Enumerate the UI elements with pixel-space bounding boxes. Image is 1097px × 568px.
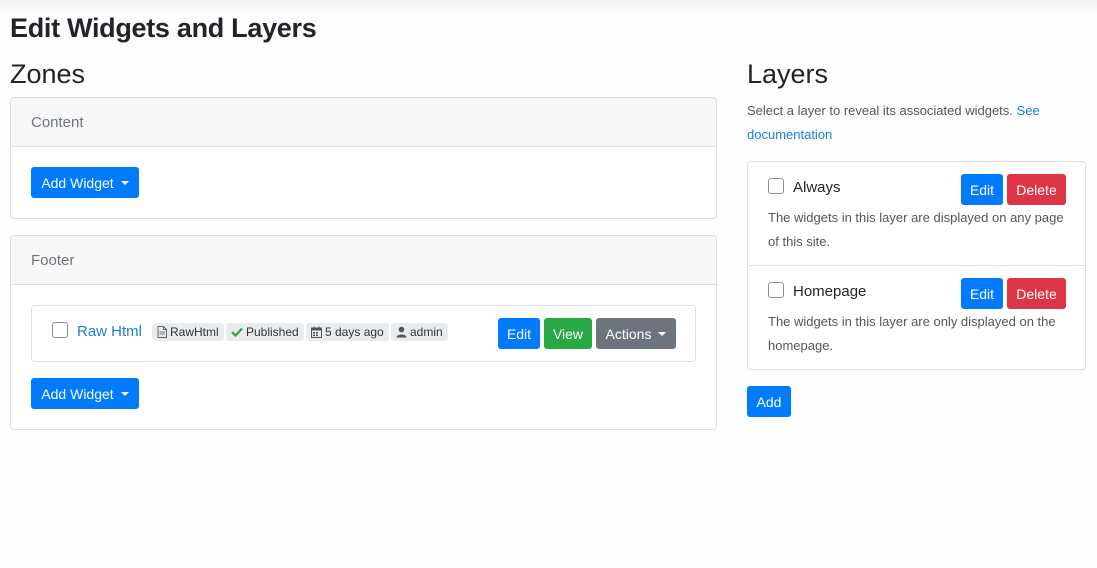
layer-always-edit-button[interactable]: Edit bbox=[961, 174, 1003, 205]
content-zone-card: Content Add Widget bbox=[10, 97, 717, 219]
add-widget-label: Add Widget bbox=[41, 174, 114, 191]
caret-down-icon bbox=[658, 331, 667, 336]
type-badge-label: RawHtml bbox=[170, 325, 219, 339]
type-badge: RawHtml bbox=[152, 323, 224, 341]
status-badge-label: Published bbox=[246, 325, 299, 339]
add-widget-label: Add Widget bbox=[41, 385, 114, 402]
author-badge: admin bbox=[391, 323, 448, 341]
add-widget-button-footer[interactable]: Add Widget bbox=[31, 378, 139, 409]
status-badge: Published bbox=[226, 323, 304, 341]
layer-homepage-edit-button[interactable]: Edit bbox=[961, 278, 1003, 309]
widget-row: Raw Html RawHtml Published 5 days ago ad… bbox=[31, 305, 696, 362]
top-shadow-bar bbox=[0, 0, 1097, 14]
date-badge: 5 days ago bbox=[306, 323, 389, 341]
widget-title-link[interactable]: Raw Html bbox=[77, 323, 142, 340]
layers-list: Always Edit Delete The widgets in this l… bbox=[747, 161, 1086, 370]
actions-label: Actions bbox=[605, 325, 652, 342]
author-badge-label: admin bbox=[410, 325, 443, 339]
add-widget-button-content[interactable]: Add Widget bbox=[31, 167, 139, 198]
widget-actions-button[interactable]: Actions bbox=[596, 318, 676, 349]
zones-heading: Zones bbox=[10, 59, 86, 89]
page-title: Edit Widgets and Layers bbox=[10, 13, 317, 43]
user-icon bbox=[396, 326, 407, 338]
layer-item-always: Always Edit Delete The widgets in this l… bbox=[748, 162, 1085, 266]
caret-down-icon bbox=[120, 180, 129, 185]
calendar-icon bbox=[311, 326, 322, 338]
layer-name: Homepage bbox=[793, 283, 867, 300]
layer-always-delete-button[interactable]: Delete bbox=[1007, 174, 1066, 205]
layers-description-text: Select a layer to reveal its associated … bbox=[747, 103, 1013, 118]
footer-zone-header: Footer bbox=[11, 236, 716, 285]
layer-description: The widgets in this layer are only displ… bbox=[768, 314, 1056, 353]
date-badge-label: 5 days ago bbox=[325, 325, 384, 339]
widget-view-button[interactable]: View bbox=[544, 318, 592, 349]
file-icon bbox=[157, 326, 167, 338]
layers-description: Select a layer to reveal its associated … bbox=[747, 99, 1057, 147]
layer-homepage-checkbox[interactable] bbox=[768, 282, 784, 298]
footer-zone-card: Footer Raw Html RawHtml Published 5 days… bbox=[10, 235, 717, 430]
layer-homepage-delete-button[interactable]: Delete bbox=[1007, 278, 1066, 309]
content-zone-header: Content bbox=[11, 98, 716, 147]
layer-always-checkbox[interactable] bbox=[768, 178, 784, 194]
widget-edit-button[interactable]: Edit bbox=[498, 318, 540, 349]
layer-name: Always bbox=[793, 179, 841, 196]
add-layer-button[interactable]: Add bbox=[747, 386, 791, 417]
check-icon bbox=[231, 327, 243, 337]
widget-select-checkbox[interactable] bbox=[52, 322, 68, 338]
caret-down-icon bbox=[120, 391, 129, 396]
layer-item-homepage: Homepage Edit Delete The widgets in this… bbox=[748, 266, 1085, 370]
layers-heading: Layers bbox=[747, 59, 829, 89]
layer-description: The widgets in this layer are displayed … bbox=[768, 210, 1064, 249]
